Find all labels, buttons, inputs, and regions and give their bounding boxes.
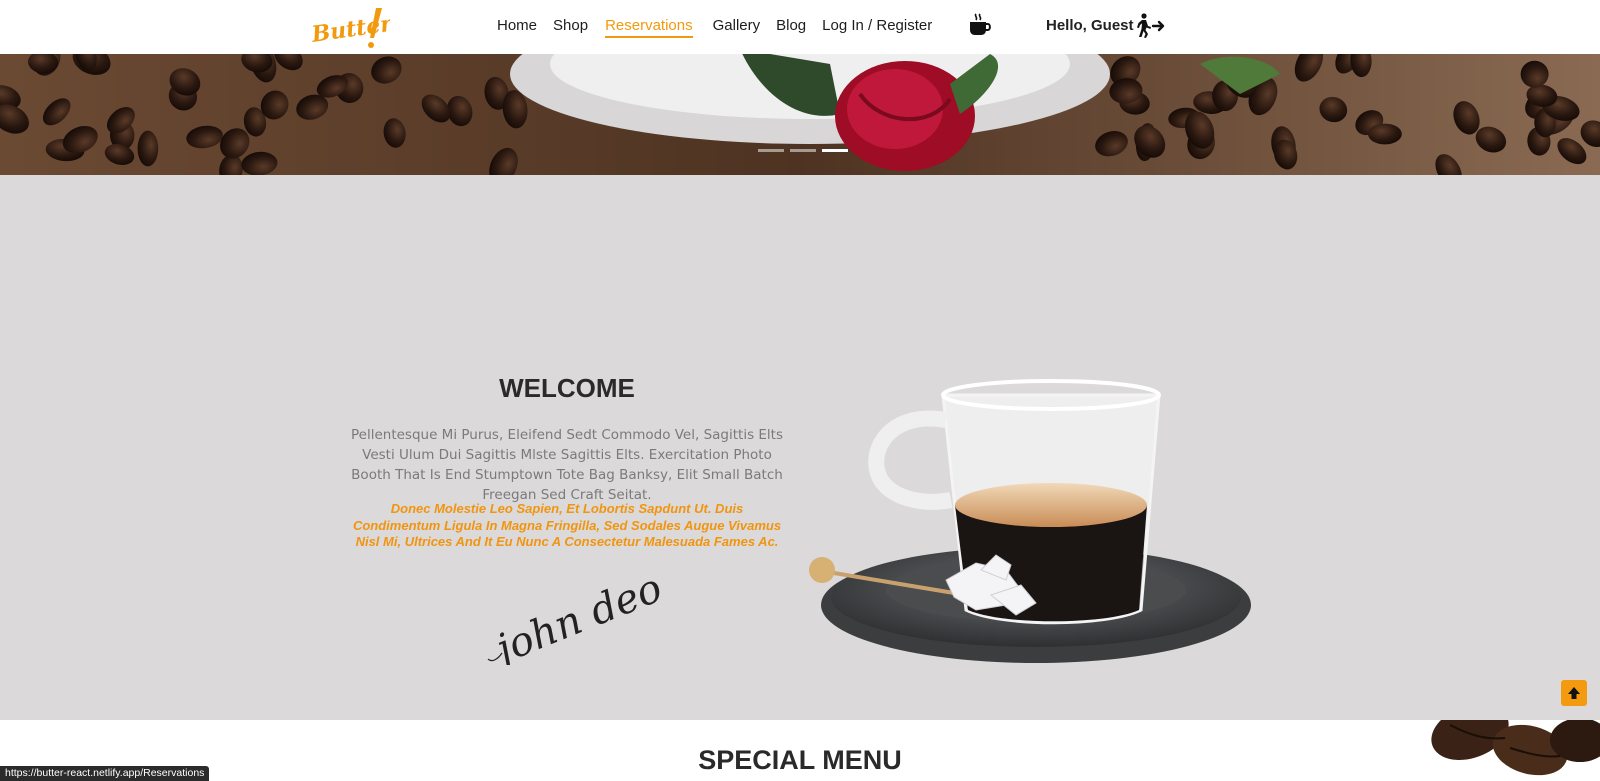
arrow-up-icon (1568, 687, 1580, 699)
hero-image (0, 54, 1600, 175)
welcome-section: WELCOME Pellentesque Mi Purus, Eleifend … (0, 175, 1600, 720)
nav-login-register[interactable]: Log In / Register (822, 17, 932, 38)
nav-gallery[interactable]: Gallery (713, 17, 761, 38)
coffee-bean (1368, 123, 1402, 145)
carousel-indicator-1[interactable] (758, 149, 784, 152)
signature: john deo (482, 565, 668, 665)
main-nav: Home Shop Reservations Gallery Blog Log … (497, 17, 932, 38)
nav-shop[interactable]: Shop (553, 17, 588, 38)
signature-text: john deo (482, 565, 668, 665)
brand-logo[interactable]: Butter (309, 4, 395, 50)
nav-blog[interactable]: Blog (776, 17, 806, 38)
back-to-top-button[interactable] (1561, 680, 1587, 706)
carousel-indicator-3[interactable] (822, 149, 848, 152)
navbar: Butter Home Shop Reservations Gallery Bl… (0, 0, 1600, 54)
welcome-highlight: Donec Molestie Leo Sapien, Et Lobortis S… (352, 501, 782, 549)
carousel-indicator-2[interactable] (790, 149, 816, 152)
status-bar-url: https://butter-react.netlify.app/Reserva… (0, 766, 210, 781)
coffee-beans-decoration (1431, 720, 1600, 776)
coffee-cup-icon[interactable] (967, 12, 993, 38)
nav-reservations[interactable]: Reservations (605, 17, 693, 38)
special-menu-section: SPECIAL MENU (0, 720, 1600, 781)
hero-banner (0, 54, 1600, 175)
welcome-title: WELCOME (499, 373, 635, 403)
carousel-indicators (758, 149, 848, 152)
welcome-text: Pellentesque Mi Purus, Eleifend Sedt Com… (350, 427, 784, 503)
user-greeting: Hello, Guest (1046, 17, 1134, 34)
coffee-bean (137, 130, 159, 167)
special-menu-title: SPECIAL MENU (698, 745, 902, 775)
espresso-cup-image (809, 379, 1251, 663)
nav-home[interactable]: Home (497, 17, 537, 38)
walking-exit-icon[interactable] (1134, 12, 1166, 40)
